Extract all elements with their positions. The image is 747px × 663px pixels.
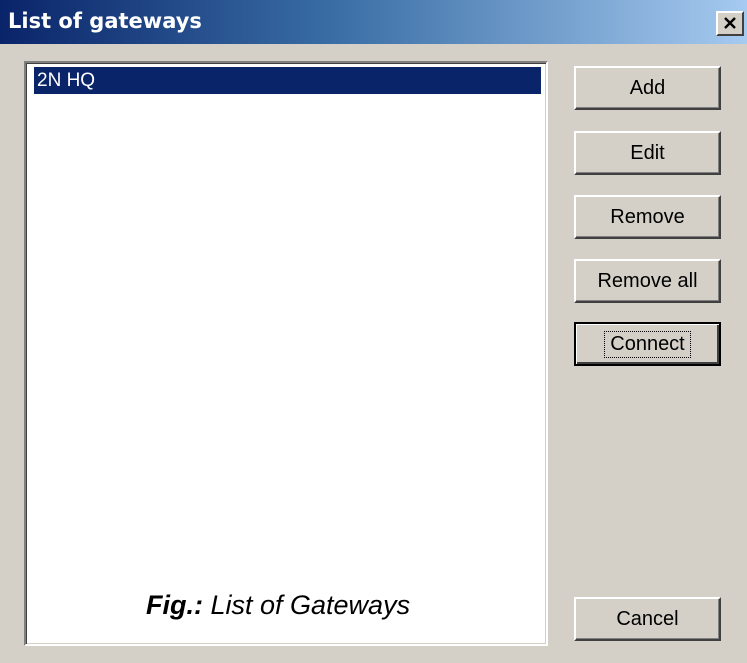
close-button[interactable] — [716, 11, 744, 36]
edit-button-label: Edit — [630, 141, 665, 164]
close-icon — [723, 17, 737, 30]
gateways-dialog: List of gateways 2N HQ Add Edit Remove R… — [0, 0, 747, 663]
list-item-2n-hq[interactable]: 2N HQ — [34, 67, 541, 94]
remove-all-button-label: Remove all — [597, 269, 698, 292]
remove-button-label: Remove — [610, 205, 685, 228]
add-button-label: Add — [629, 76, 666, 99]
figure-caption: Fig.: List of Gateways — [146, 590, 410, 621]
cancel-button-label: Cancel — [616, 607, 679, 630]
title-bar[interactable]: List of gateways — [0, 0, 747, 44]
list-item-label: 2N HQ — [37, 70, 96, 91]
caption-prefix: Fig.: — [146, 590, 203, 620]
gateway-list[interactable]: 2N HQ — [24, 61, 548, 646]
remove-all-button[interactable]: Remove all — [574, 259, 721, 303]
connect-button[interactable]: Connect — [574, 322, 721, 366]
window-title: List of gateways — [8, 9, 202, 33]
edit-button[interactable]: Edit — [574, 131, 721, 175]
connect-button-label: Connect — [610, 332, 685, 355]
caption-text: List of Gateways — [202, 590, 411, 620]
cancel-button[interactable]: Cancel — [574, 597, 721, 641]
remove-button[interactable]: Remove — [574, 195, 721, 239]
focus-rectangle: Connect — [604, 330, 691, 358]
add-button[interactable]: Add — [574, 66, 721, 110]
